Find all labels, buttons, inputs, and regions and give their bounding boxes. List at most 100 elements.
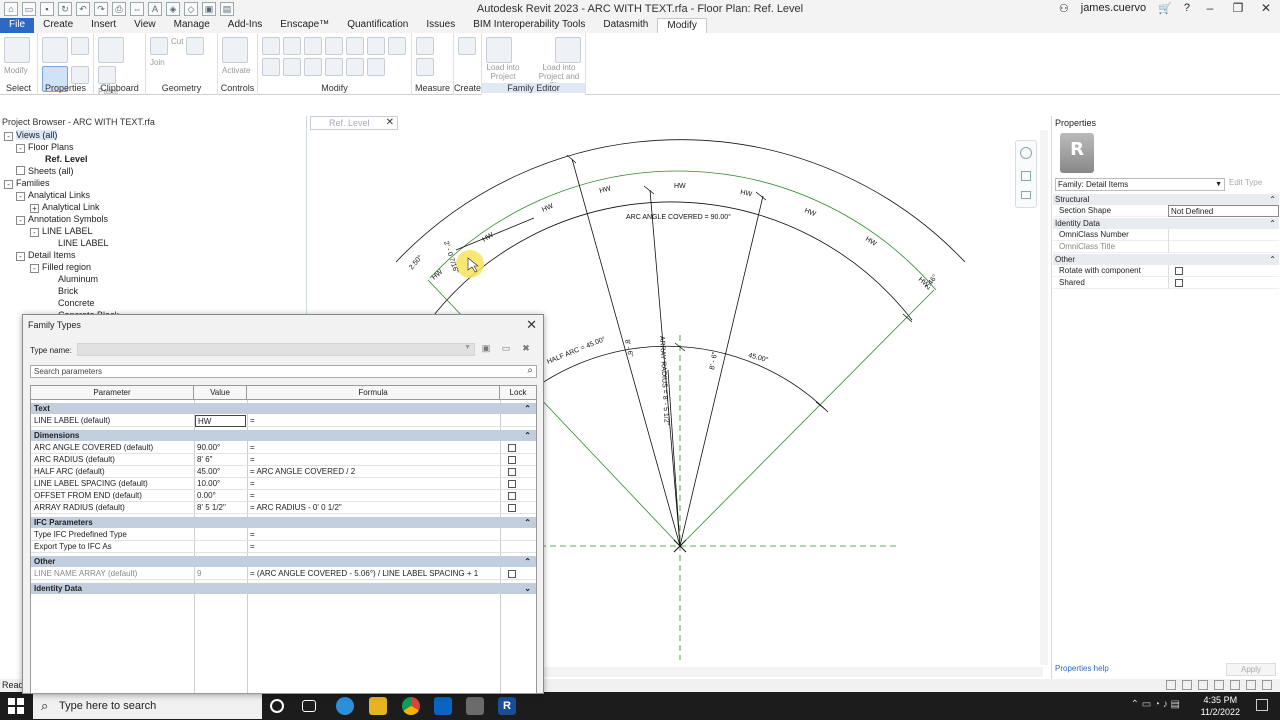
move-icon[interactable] (367, 37, 385, 55)
tree-item-sheets[interactable]: Sheets (all) (16, 165, 74, 177)
group-label-select[interactable]: Select (0, 83, 37, 93)
table-row[interactable]: ARRAY RADIUS (default) 8' 5 1/2" = ARC RAD… (31, 502, 536, 514)
copy-icon[interactable] (98, 66, 116, 84)
rotate-icon[interactable] (262, 58, 280, 76)
rotate-checkbox[interactable] (1175, 267, 1183, 275)
table-row[interactable]: ARC RADIUS (default) 8' 6" = (31, 454, 536, 466)
tab-insert[interactable]: Insert (82, 18, 125, 33)
measure-icon[interactable]: ⇔ (130, 2, 144, 16)
measure-between-icon[interactable] (416, 37, 434, 55)
tree-item-ref-level[interactable]: Ref. Level (45, 153, 88, 165)
table-row[interactable]: HALF ARC (default) 45.00° = ARC ANGLE COVE… (31, 466, 536, 478)
tab-datasmith[interactable]: Datasmith (594, 18, 657, 33)
lock-checkbox[interactable] (508, 504, 516, 512)
load-into-project-label[interactable]: Load into Project (482, 63, 524, 81)
properties-help-link[interactable]: Properties help (1055, 664, 1109, 673)
tab-issues[interactable]: Issues (417, 18, 464, 33)
task-view-icon[interactable] (302, 700, 316, 712)
tab-enscape[interactable]: Enscape™ (271, 18, 338, 33)
section-identity-data[interactable]: Identity Data ⌄ (31, 583, 536, 594)
align-icon[interactable] (262, 37, 280, 55)
type-properties-icon[interactable] (71, 66, 89, 84)
3d-view-icon[interactable]: ◈ (166, 2, 180, 16)
search-icon[interactable]: ⌕ (527, 365, 533, 376)
activate-label[interactable]: Activate (222, 66, 253, 75)
collapse-icon[interactable]: ⌃ (1269, 254, 1276, 265)
activate-icon[interactable] (222, 37, 248, 63)
section-text[interactable]: Text ⌃ (31, 403, 536, 414)
shared-checkbox[interactable] (1175, 279, 1183, 287)
section-icon[interactable]: ◇ (184, 2, 198, 16)
table-row[interactable]: LINE NAME ARRAY (default) 9 = (ARC ANGLE C… (31, 568, 536, 580)
lock-checkbox[interactable] (508, 456, 516, 464)
column-header-lock[interactable]: Lock (500, 386, 536, 400)
cut-label[interactable]: Cut (171, 37, 183, 55)
vertical-scrollbar[interactable] (1040, 130, 1048, 665)
section-dimensions[interactable]: Dimensions ⌃ (31, 430, 536, 441)
select-by-face-icon[interactable] (1230, 680, 1240, 690)
chevron-down-icon[interactable]: ▼ (1215, 179, 1222, 190)
section-other[interactable]: Other ⌃ (1053, 254, 1279, 265)
scale-icon[interactable] (325, 58, 343, 76)
tab-add-ins[interactable]: Add-Ins (219, 18, 271, 33)
select-pinned-icon[interactable] (1214, 680, 1224, 690)
new-type-icon[interactable]: ▣ (479, 343, 493, 356)
help-icon[interactable]: ? (1184, 2, 1190, 14)
section-shape-value[interactable]: Not Defined (1168, 205, 1279, 217)
tree-item-filled-region[interactable]: - Filled region (30, 261, 91, 273)
modify-cursor-icon[interactable] (4, 37, 30, 63)
tab-quantification[interactable]: Quantification (338, 18, 417, 33)
lock-checkbox[interactable] (508, 492, 516, 500)
drag-elements-icon[interactable] (1246, 680, 1256, 690)
restore-button[interactable]: ❐ (1230, 1, 1246, 15)
tree-item-views[interactable]: - Views (all) (4, 129, 58, 141)
mirror-draw-icon[interactable] (325, 37, 343, 55)
select-links-icon[interactable] (1182, 680, 1192, 690)
account-icon[interactable]: ⚇ (1059, 2, 1069, 15)
zoom-region-icon[interactable] (1021, 191, 1031, 199)
tree-toggle[interactable]: - (4, 132, 13, 141)
user-name[interactable]: james.cuervo (1081, 2, 1146, 14)
chrome-icon[interactable] (402, 697, 420, 715)
family-types-icon[interactable] (71, 37, 89, 55)
collapse-icon[interactable]: ⌃ (524, 517, 531, 528)
tree-item-line-label[interactable]: - LINE LABEL (30, 225, 93, 237)
modify-button-label[interactable]: Modify (4, 66, 33, 75)
table-row[interactable]: LINE LABEL (default) HW = (31, 415, 536, 427)
select-underlay-icon[interactable] (1198, 680, 1208, 690)
lock-checkbox[interactable] (508, 480, 516, 488)
open-icon[interactable]: ▭ (22, 2, 36, 16)
collapse-icon[interactable]: ⌃ (524, 430, 531, 441)
section-ifc-parameters[interactable]: IFC Parameters ⌃ (31, 517, 536, 528)
rename-type-icon[interactable]: ▭ (499, 343, 513, 356)
system-tray-icons[interactable]: ⌃ ▭ ◔ ♪ ▤ (1131, 699, 1180, 710)
windows-start-icon[interactable] (8, 698, 24, 714)
filter-icon[interactable] (1262, 680, 1272, 690)
cope-icon[interactable] (150, 37, 168, 55)
navigation-bar[interactable] (1015, 140, 1037, 208)
offset-icon[interactable] (283, 37, 301, 55)
omniclass-number-value[interactable] (1168, 229, 1279, 241)
tree-item-detail-items[interactable]: - Detail Items (16, 249, 76, 261)
family-category-icon[interactable] (42, 37, 68, 63)
section-other[interactable]: Other ⌃ (31, 556, 536, 567)
text-icon[interactable]: A (148, 2, 162, 16)
load-into-project-icon[interactable] (486, 37, 512, 63)
tab-file[interactable]: File (0, 18, 35, 33)
tree-item-analytical-link[interactable]: + Analytical Link (30, 201, 100, 213)
type-name-select[interactable]: ▼ (77, 343, 475, 356)
tree-item-aluminum[interactable]: Aluminum (58, 273, 98, 285)
switch-windows-icon[interactable]: ▤ (220, 2, 234, 16)
mirror-axis-icon[interactable] (304, 37, 322, 55)
pin-icon[interactable] (346, 58, 364, 76)
minimize-button[interactable]: – (1202, 1, 1218, 15)
steering-wheel-icon[interactable] (1020, 147, 1032, 159)
close-window-button[interactable]: ✕ (1258, 1, 1274, 15)
type-selector[interactable]: Family: Detail Items ▼ (1055, 178, 1225, 191)
edit-type-button[interactable]: Edit Type (1229, 178, 1262, 187)
revit-taskbar-icon[interactable]: R (498, 697, 516, 715)
calculator-icon[interactable] (466, 697, 484, 715)
cortana-icon[interactable] (270, 699, 284, 713)
print-icon[interactable]: ⎙ (112, 2, 126, 16)
tree-item-families[interactable]: - Families (4, 177, 50, 189)
